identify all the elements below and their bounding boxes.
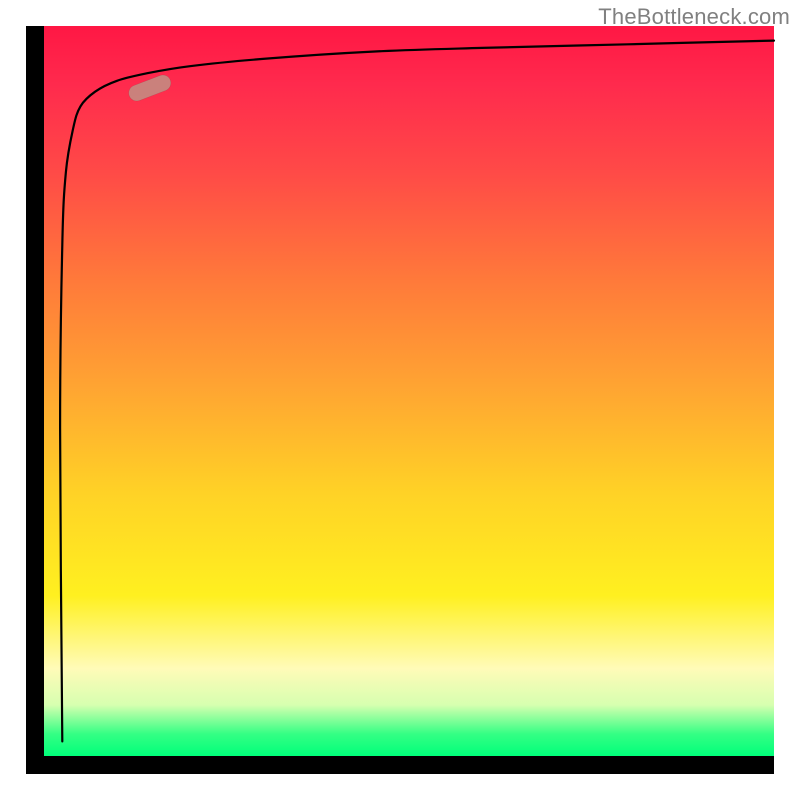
watermark-label: TheBottleneck.com bbox=[598, 4, 790, 30]
chart-svg bbox=[44, 26, 774, 756]
chart-frame bbox=[26, 26, 774, 774]
chart-plot-area bbox=[44, 26, 774, 756]
data-curve bbox=[60, 41, 774, 742]
